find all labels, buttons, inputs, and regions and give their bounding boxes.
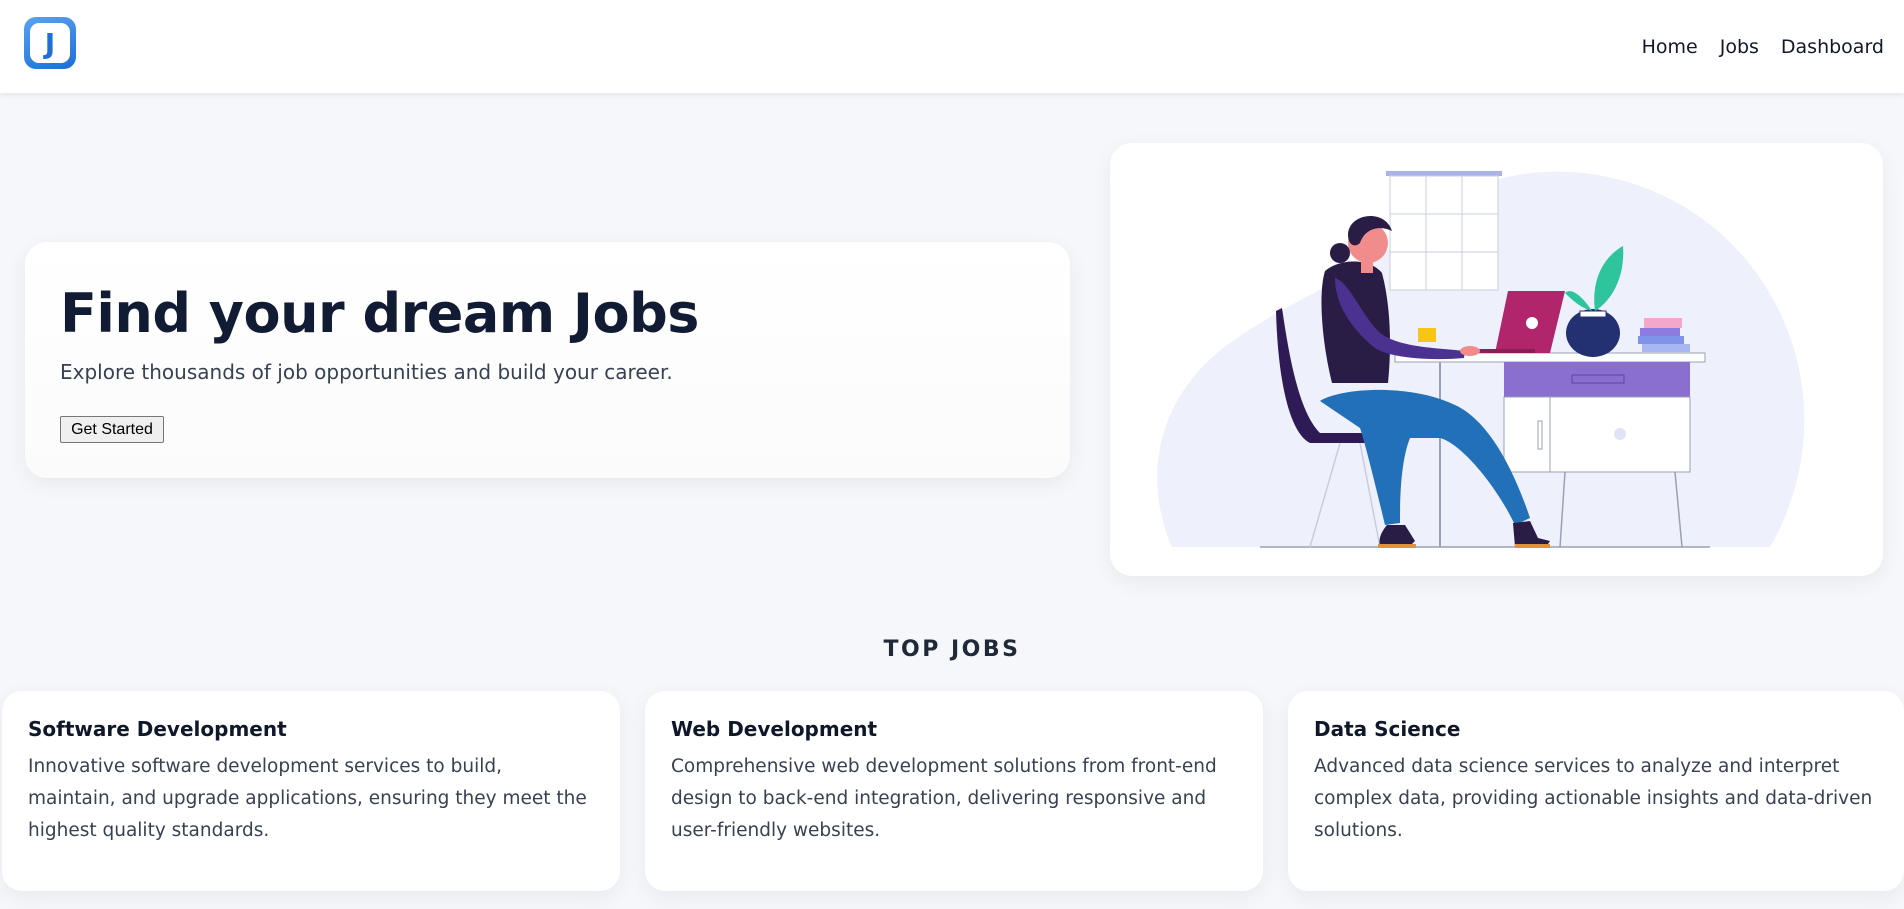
job-card-description: Advanced data science services to analyz… — [1314, 756, 1873, 841]
job-card-title: Web Development — [671, 717, 878, 741]
job-card-data-science[interactable]: Data Science Advanced data science servi… — [1288, 691, 1904, 891]
nav-dashboard-link[interactable]: Dashboard — [1781, 36, 1884, 58]
top-jobs-heading: TOP JOBS — [883, 637, 1021, 662]
job-card-title: Software Development — [28, 717, 287, 741]
job-card-software-development[interactable]: Software Development Innovative software… — [2, 691, 620, 891]
top-navbar: J Home Jobs Dashboard — [0, 0, 1904, 93]
job-card-title: Data Science — [1314, 717, 1461, 741]
hero-illustration-card — [1110, 143, 1883, 576]
main-nav: Home Jobs Dashboard — [1642, 36, 1884, 58]
nav-home-link[interactable]: Home — [1642, 36, 1698, 58]
job-card-web-development[interactable]: Web Development Comprehensive web develo… — [645, 691, 1263, 891]
hero-card: Find your dream Jobs Explore thousands o… — [25, 242, 1070, 478]
logo[interactable]: J — [24, 17, 76, 69]
hero-subtitle: Explore thousands of job opportunities a… — [60, 360, 673, 384]
logo-letter: J — [30, 23, 70, 63]
nav-jobs-link[interactable]: Jobs — [1720, 36, 1759, 58]
hero-title: Find your dream Jobs — [60, 282, 699, 345]
job-card-description: Comprehensive web development solutions … — [671, 756, 1217, 841]
job-card-description: Innovative software development services… — [28, 756, 587, 841]
get-started-button[interactable]: Get Started — [60, 416, 164, 443]
woman-working-at-desk-illustration — [1157, 171, 1805, 548]
